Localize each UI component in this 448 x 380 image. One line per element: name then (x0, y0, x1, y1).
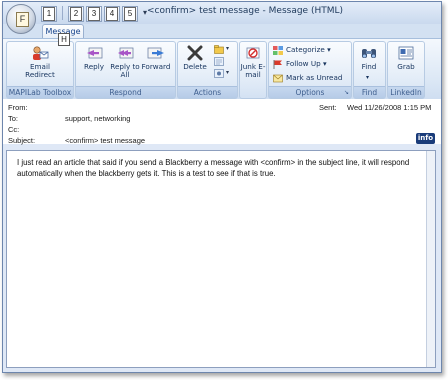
group-label-linkedin: LinkedIn (388, 86, 424, 98)
email-redirect-label: Email Redirect (25, 62, 55, 79)
forward-icon (147, 47, 164, 59)
group-find: Find ▾ Find (353, 41, 386, 99)
group-options: Categorize ▾ Follow Up ▾ Mark as Unread … (268, 41, 352, 99)
qat-key-4: 4 (106, 7, 118, 21)
qat-redo-button[interactable]: 3 (86, 6, 102, 22)
message-body-text: I just read an article that said if you … (17, 158, 410, 178)
group-label-find: Find (354, 86, 385, 98)
junk-email-label: Junk E-mail (240, 62, 266, 79)
qat-key-3: 3 (88, 7, 100, 21)
group-label-options: Options ↘ (269, 86, 351, 98)
vertical-scrollbar[interactable] (426, 151, 435, 367)
qat-previous-button[interactable]: 4 (104, 6, 120, 22)
flag-icon (273, 59, 282, 69)
grab-label: Grab (397, 62, 415, 71)
group-linkedin: Grab LinkedIn (387, 41, 425, 99)
reply-to-all-icon (118, 47, 134, 59)
reply-icon (87, 47, 103, 59)
reply-button[interactable]: Reply (79, 44, 109, 84)
group-actions: Delete ▾ ▾ Actions (177, 41, 238, 99)
message-window: 1 2 3 4 5 ▾ <confirm> test message - Mes… (2, 1, 442, 373)
qat-separator (62, 6, 63, 20)
delete-button[interactable]: Delete (180, 44, 210, 84)
move-dropdown-icon[interactable]: ▾ (226, 45, 229, 52)
find-button[interactable]: Find ▾ (354, 44, 384, 84)
qat-key-2: 2 (70, 7, 82, 21)
sent-label: Sent: (319, 103, 337, 112)
categorize-dropdown-icon: ▾ (327, 45, 331, 54)
find-label: Find (361, 62, 377, 71)
delete-label: Delete (183, 62, 207, 71)
junk-email-icon (246, 47, 260, 59)
follow-up-label: Follow Up (286, 59, 321, 68)
follow-up-button[interactable]: Follow Up ▾ (273, 58, 327, 70)
to-label: To: (8, 114, 19, 123)
other-actions-icon[interactable] (214, 69, 224, 78)
grab-icon (398, 46, 414, 60)
follow-up-dropdown-icon: ▾ (322, 59, 327, 68)
qat-undo-button[interactable]: 2 (68, 6, 84, 22)
group-label-respond: Respond (76, 86, 175, 98)
info-badge[interactable]: info (416, 133, 435, 144)
other-actions-dropdown-icon[interactable]: ▾ (226, 69, 229, 76)
ribbon: Email Redirect MAPILab Toolbox Reply Rep… (3, 38, 441, 100)
binoculars-icon (362, 49, 376, 58)
message-header: From: Sent: Wed 11/26/2008 1:15 PM To: s… (3, 99, 441, 145)
subject-value: <confirm> test message (65, 136, 146, 145)
options-dialog-launcher-icon[interactable]: ↘ (344, 87, 349, 98)
delete-icon (187, 45, 203, 61)
office-button[interactable]: F (6, 4, 36, 34)
group-mapilab-toolbox: Email Redirect MAPILab Toolbox (6, 41, 74, 99)
group-label-options-text: Options (295, 88, 325, 97)
envelope-icon (273, 74, 283, 82)
qat-key-5: 5 (124, 7, 136, 21)
forward-button[interactable]: Forward (141, 44, 171, 84)
qat-key-1: 1 (43, 7, 55, 21)
qat-save-button[interactable]: 1 (41, 6, 57, 22)
reply-to-all-button[interactable]: Reply to All (110, 44, 140, 84)
mark-as-unread-button[interactable]: Mark as Unread (273, 72, 342, 84)
mark-as-unread-label: Mark as Unread (286, 73, 343, 82)
subject-label: Subject: (8, 136, 36, 145)
email-redirect-button[interactable]: Email Redirect (25, 44, 55, 84)
categorize-button[interactable]: Categorize ▾ (273, 44, 331, 56)
group-label-actions: Actions (178, 86, 237, 98)
find-dropdown-icon: ▾ (366, 74, 370, 81)
create-rule-icon[interactable] (214, 57, 224, 66)
grab-button[interactable]: Grab (391, 44, 421, 84)
cc-label: Cc: (8, 125, 20, 134)
junk-email-button[interactable]: Junk E-mail (238, 44, 268, 84)
group-junk: Junk E-mail (239, 41, 267, 99)
move-to-folder-icon[interactable] (214, 45, 224, 54)
office-button-key: F (16, 12, 29, 27)
qat-next-button[interactable]: 5 (122, 6, 138, 22)
categorize-label: Categorize (286, 45, 325, 54)
to-value[interactable]: support, networking (65, 114, 130, 123)
sent-value: Wed 11/26/2008 1:15 PM (347, 103, 432, 112)
title-bar: 1 2 3 4 5 ▾ <confirm> test message - Mes… (3, 2, 441, 24)
group-label-mapilab-toolbox: MAPILab Toolbox (7, 86, 73, 98)
forward-label: Forward (141, 62, 171, 71)
quick-access-toolbar: 1 2 3 4 5 ▾ (41, 6, 150, 22)
message-body[interactable]: I just read an article that said if you … (6, 150, 436, 368)
window-title: <confirm> test message - Message (HTML) (147, 6, 344, 16)
from-label: From: (8, 103, 28, 112)
categorize-icon (273, 45, 283, 55)
group-respond: Reply Reply to All Forward Respond (75, 41, 176, 99)
tab-message-key: H (58, 33, 70, 46)
email-redirect-icon (33, 46, 49, 60)
